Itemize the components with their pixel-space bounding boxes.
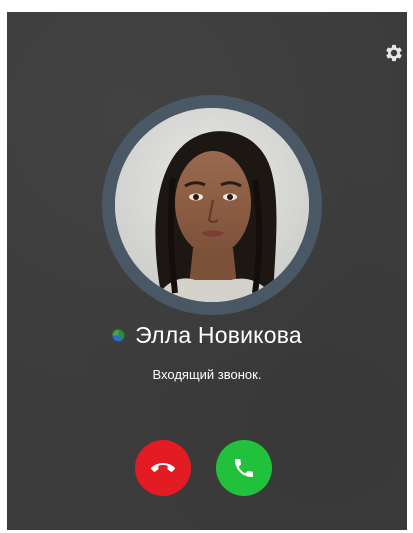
phone-hangup-icon	[151, 463, 175, 472]
presence-status-icon	[112, 328, 126, 342]
caller-avatar	[115, 108, 309, 302]
phone-icon	[235, 459, 253, 477]
call-status-text: Входящий звонок.	[152, 367, 262, 382]
caller-name-row: Элла Новикова	[7, 319, 407, 351]
gear-icon	[386, 44, 402, 62]
accept-call-button[interactable]	[216, 440, 272, 496]
caller-name: Элла Новикова	[135, 321, 302, 348]
incoming-call-window: Элла Новикова Входящий звонок.	[7, 12, 407, 530]
decline-call-button[interactable]	[135, 440, 191, 496]
settings-button[interactable]	[383, 42, 405, 64]
caller-photo	[115, 108, 309, 302]
